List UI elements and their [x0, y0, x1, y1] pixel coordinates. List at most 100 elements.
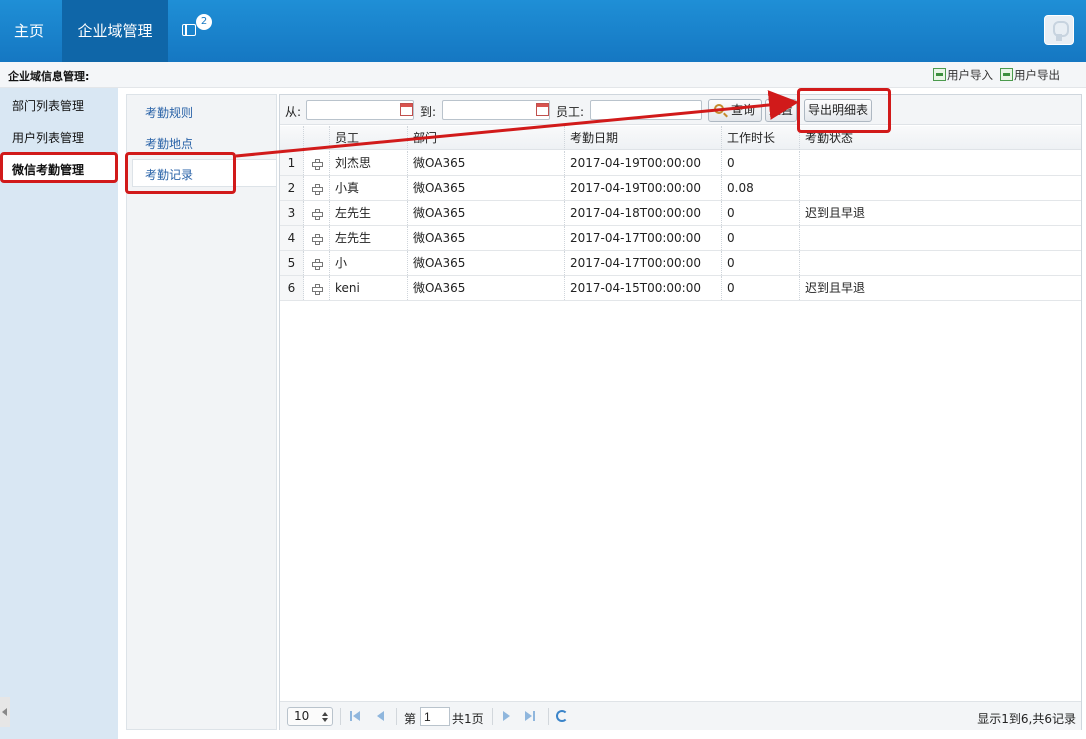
query-button-label: 查询	[731, 103, 756, 117]
date-cell: 2017-04-15T00:00:00	[565, 276, 722, 300]
user-import-link[interactable]: 用户导入	[933, 67, 993, 83]
page-size-select[interactable]: 10	[287, 707, 333, 726]
from-label: 从:	[285, 105, 302, 119]
status-cell	[800, 226, 1081, 250]
expand-row-button[interactable]	[304, 151, 330, 175]
pagination-bar: 10 第 共1页 显示1到6,共6记录	[280, 701, 1081, 730]
sidebar-item-users[interactable]: 用户列表管理	[12, 129, 84, 146]
record-count-info: 显示1到6,共6记录	[977, 712, 1076, 726]
plus-icon	[312, 259, 323, 270]
hours-cell: 0	[722, 201, 800, 225]
expand-row-button[interactable]	[304, 176, 330, 200]
employee-cell: 小	[330, 251, 408, 275]
from-date-input[interactable]	[306, 100, 414, 120]
refresh-icon[interactable]	[556, 710, 568, 722]
date-cell: 2017-04-17T00:00:00	[565, 226, 722, 250]
export-detail-highlight	[797, 88, 891, 133]
last-page-button[interactable]	[525, 711, 537, 722]
header-hours[interactable]: 工作时长	[722, 126, 800, 150]
message-icon	[182, 23, 196, 36]
department-cell: 微OA365	[408, 251, 565, 275]
table-row[interactable]: 3 左先生 微OA365 2017-04-18T00:00:00 0 迟到且早退	[280, 201, 1081, 226]
to-date-input[interactable]	[442, 100, 550, 120]
row-number: 6	[280, 276, 304, 300]
header-department[interactable]: 部门	[408, 126, 565, 150]
chevron-down-icon	[322, 718, 328, 722]
date-cell: 2017-04-17T00:00:00	[565, 251, 722, 275]
employee-label: 员工:	[556, 105, 585, 119]
calendar-icon[interactable]	[400, 103, 413, 116]
excel-export-icon	[1000, 68, 1013, 81]
department-cell: 微OA365	[408, 151, 565, 175]
table-row[interactable]: 1 刘杰思 微OA365 2017-04-19T00:00:00 0	[280, 151, 1081, 176]
status-cell: 迟到且早退	[805, 206, 866, 220]
employee-input[interactable]	[590, 100, 702, 120]
user-export-link[interactable]: 用户导出	[1000, 67, 1060, 83]
header-rownum	[280, 126, 304, 150]
filter-toolbar: 从: 到: 员工: 查询 重置 导出明细表	[280, 95, 1081, 125]
sidebar-item-departments[interactable]: 部门列表管理	[12, 97, 84, 114]
header-date[interactable]: 考勤日期	[565, 126, 722, 150]
excel-import-icon	[933, 68, 946, 81]
table-row[interactable]: 4 左先生 微OA365 2017-04-17T00:00:00 0	[280, 226, 1081, 251]
plus-icon	[312, 284, 323, 295]
first-page-button[interactable]	[350, 711, 362, 722]
nav-enterprise-management[interactable]: 企业域管理	[62, 0, 168, 62]
header-expand	[304, 126, 330, 150]
grid-header: 员工 部门 考勤日期 工作时长 考勤状态	[280, 126, 1081, 150]
header-employee[interactable]: 员工	[330, 126, 408, 150]
date-cell: 2017-04-18T00:00:00	[565, 201, 722, 225]
expand-row-button[interactable]	[304, 201, 330, 225]
table-row[interactable]: 5 小微OA365 2017-04-17T00:00:00 0	[280, 251, 1081, 276]
nav-messages[interactable]: 2	[172, 0, 222, 62]
hours-cell: 0	[722, 151, 800, 175]
plus-icon	[312, 209, 323, 220]
tab-attendance-rules[interactable]: 考勤规则	[145, 104, 193, 121]
reset-button[interactable]: 重置	[765, 99, 797, 122]
status-cell	[800, 151, 1081, 175]
table-row[interactable]: 6 keni 微OA365 2017-04-15T00:00:00 0 迟到且早退	[280, 276, 1081, 301]
sidebar-collapse-handle[interactable]	[0, 697, 10, 727]
search-icon	[714, 104, 724, 114]
employee-cell: keni	[330, 276, 408, 300]
chevron-up-icon	[322, 712, 328, 716]
tab-attendance-locations[interactable]: 考勤地点	[145, 135, 193, 152]
pager-divider	[548, 708, 549, 725]
sidebar-item-wechat-attendance[interactable]: 微信考勤管理	[12, 161, 84, 178]
nav-home[interactable]: 主页	[0, 0, 58, 62]
page-number-input[interactable]	[420, 707, 450, 726]
user-export-label: 用户导出	[1014, 68, 1060, 82]
pager-divider	[396, 708, 397, 725]
calendar-icon[interactable]	[536, 103, 549, 116]
department-cell: 微OA365	[408, 276, 565, 300]
user-import-label: 用户导入	[947, 68, 993, 82]
page-prefix: 第	[404, 712, 417, 726]
hours-cell: 0.08	[722, 176, 800, 200]
pager-divider	[492, 708, 493, 725]
left-sidebar: 部门列表管理 用户列表管理	[0, 88, 118, 739]
prev-page-button[interactable]	[375, 711, 387, 722]
status-cell	[800, 251, 1081, 275]
employee-cell: 左先生	[330, 226, 408, 250]
expand-row-button[interactable]	[304, 226, 330, 250]
page-total: 共1页	[452, 712, 484, 726]
page-title: 企业域信息管理:	[8, 70, 90, 83]
attendance-records-panel: 从: 到: 员工: 查询 重置 导出明细表 员工 部门 考勤日期 工作时长 考勤…	[279, 94, 1082, 730]
user-avatar[interactable]	[1044, 15, 1074, 45]
row-number: 5	[280, 251, 304, 275]
tab-records-highlight	[125, 152, 236, 194]
pager-divider	[340, 708, 341, 725]
row-number: 4	[280, 226, 304, 250]
next-page-button[interactable]	[501, 711, 513, 722]
employee-cell: 左先生	[330, 201, 408, 225]
employee-cell: 刘杰思	[330, 151, 408, 175]
status-cell	[800, 176, 1081, 200]
message-count-badge: 2	[196, 14, 212, 30]
table-row[interactable]: 2 小真 微OA365 2017-04-19T00:00:00 0.08	[280, 176, 1081, 201]
department-cell: 微OA365	[408, 226, 565, 250]
top-nav-bar: 主页 企业域管理 2	[0, 0, 1086, 62]
query-button[interactable]: 查询	[708, 99, 762, 122]
department-cell: 微OA365	[408, 176, 565, 200]
expand-row-button[interactable]	[304, 276, 330, 300]
expand-row-button[interactable]	[304, 251, 330, 275]
